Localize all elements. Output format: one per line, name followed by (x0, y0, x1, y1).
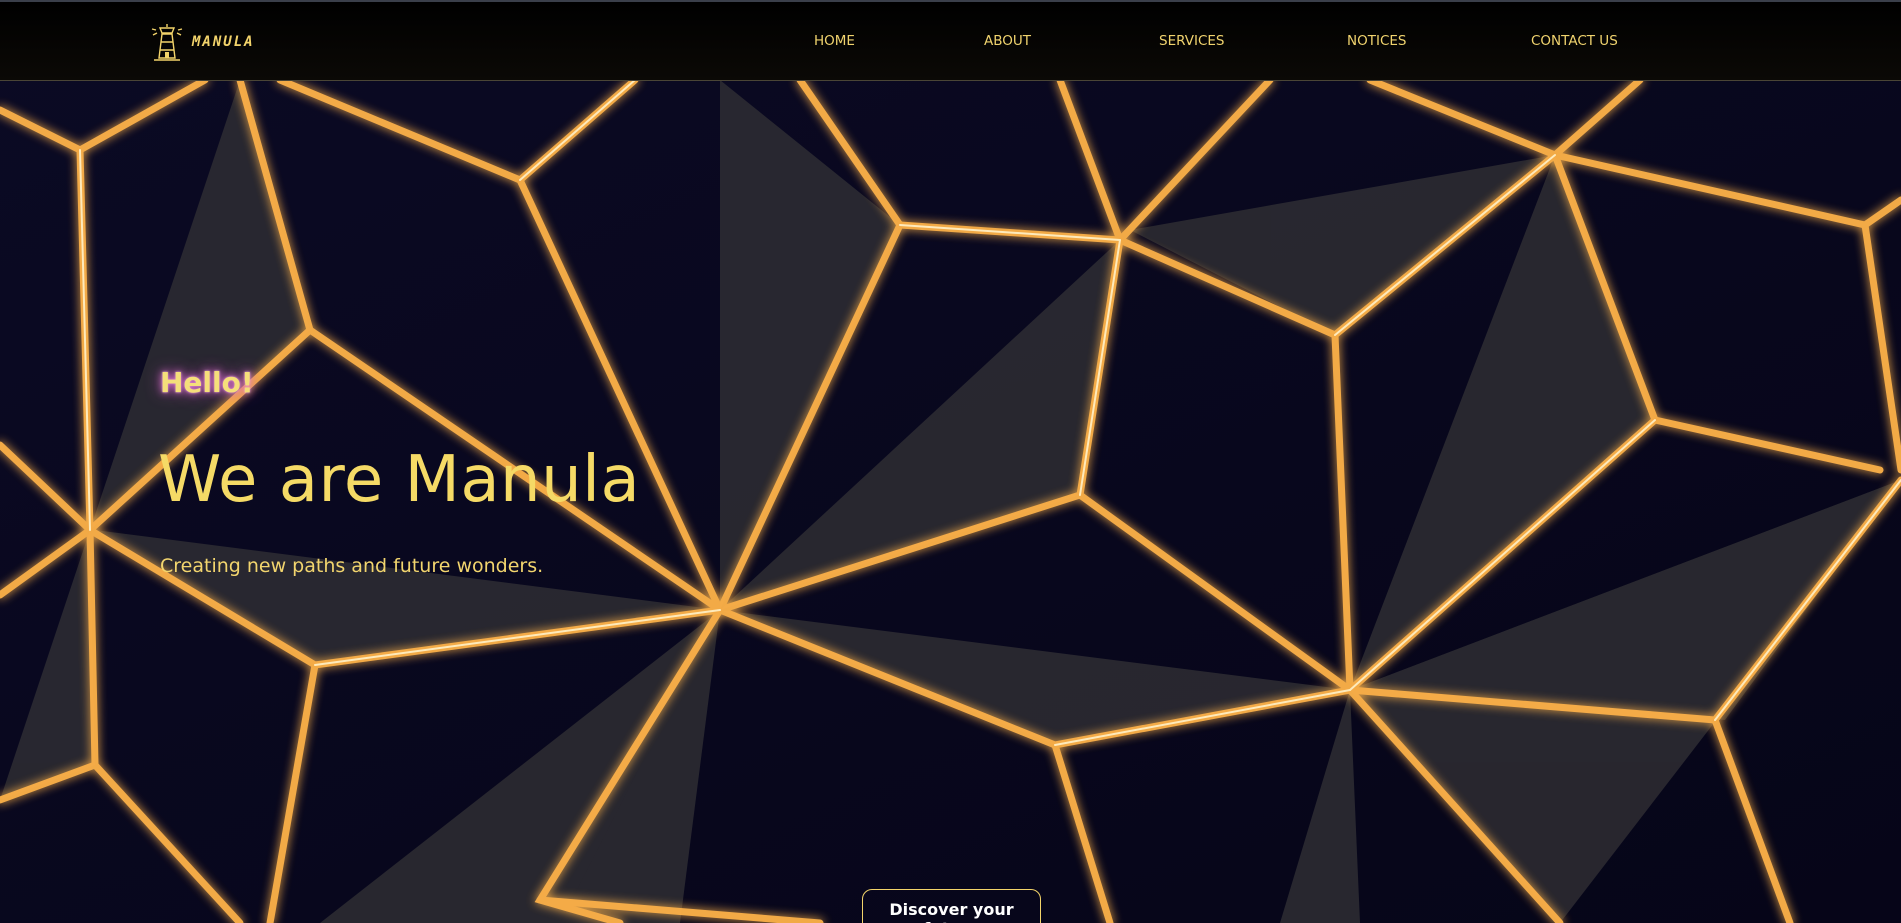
nav-about-link[interactable]: ABOUT (984, 33, 1031, 49)
nav-contact-us-link[interactable]: CONTACT US (1531, 33, 1618, 49)
brand-logo[interactable]: MANULA (150, 22, 255, 62)
hero-greeting: Hello! (160, 366, 254, 399)
nav-home-link[interactable]: HOME (814, 33, 855, 49)
top-navbar: MANULA HOME ABOUT SERVICES NOTICES CONTA… (0, 0, 1901, 81)
hero-tagline: Creating new paths and future wonders. (160, 555, 544, 577)
hero-headline: We are Manula (158, 443, 641, 517)
hero-section: Hello! We are Manula Creating new paths … (0, 81, 1901, 923)
lighthouse-icon (151, 24, 183, 61)
discover-future-button[interactable]: Discover your future (862, 889, 1041, 923)
brand-name: MANULA (192, 34, 255, 50)
nav-notices-link[interactable]: NOTICES (1347, 33, 1406, 49)
nav-services-link[interactable]: SERVICES (1159, 33, 1224, 49)
